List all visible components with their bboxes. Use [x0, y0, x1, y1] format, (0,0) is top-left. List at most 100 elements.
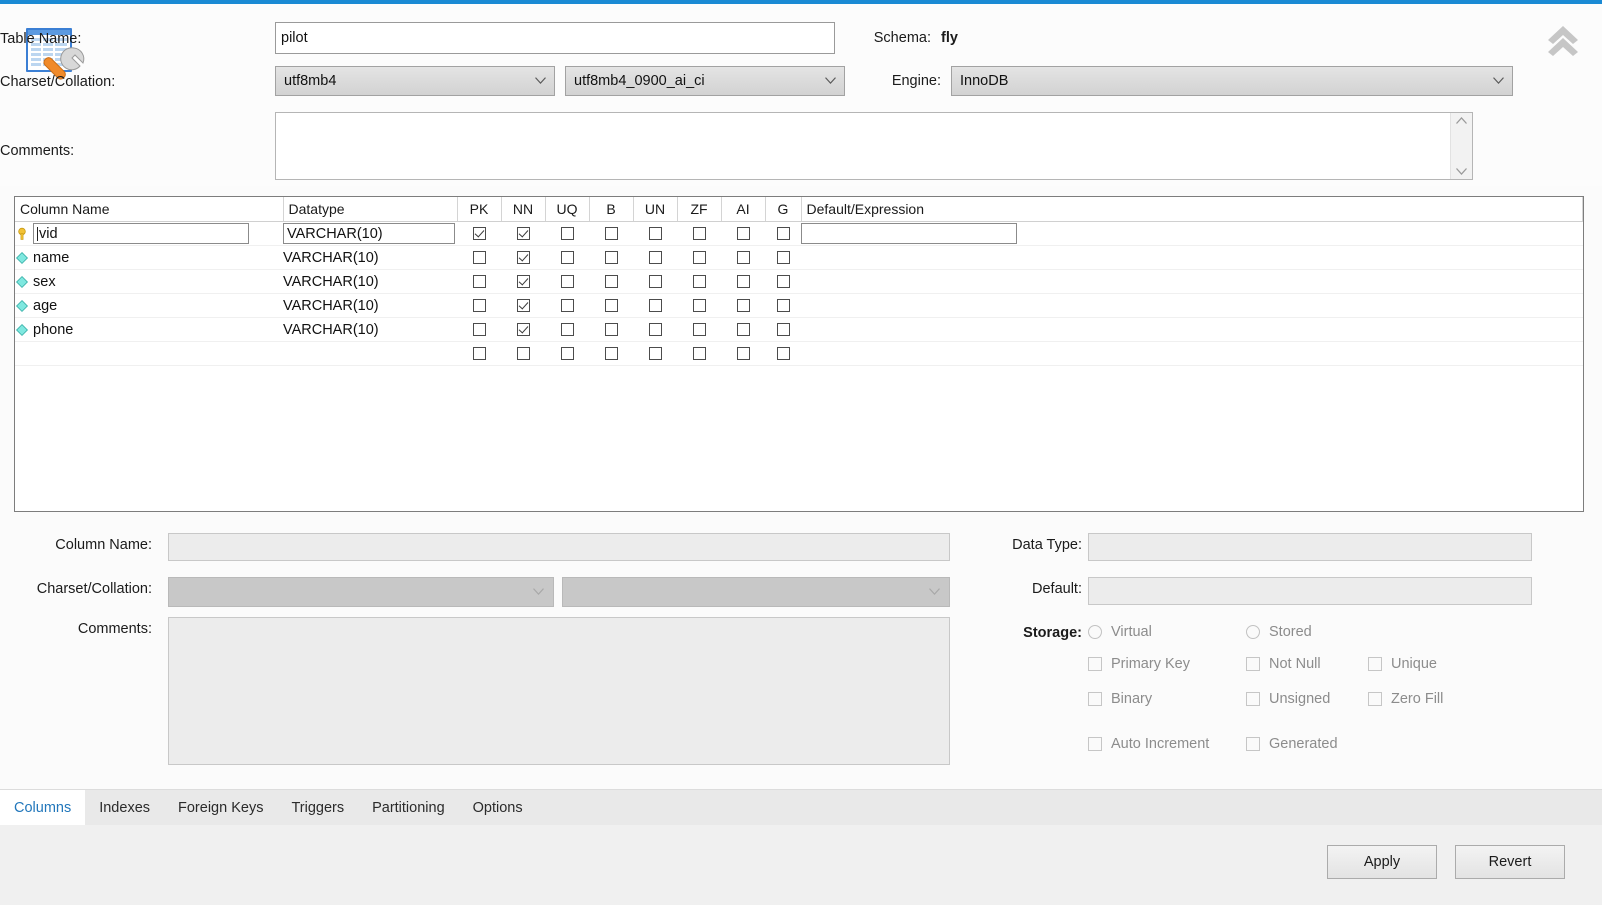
cell-flag-un[interactable] — [633, 317, 677, 342]
cell-default-expression[interactable] — [801, 269, 1583, 294]
detail-charset-select[interactable] — [168, 577, 554, 607]
cell-flag-zf[interactable] — [677, 293, 721, 318]
collation-select[interactable]: utf8mb4_0900_ai_ci — [565, 66, 845, 96]
table-row[interactable]: age VARCHAR(10) — [15, 293, 1583, 318]
cell-column-name[interactable]: phone — [15, 317, 283, 342]
checkbox-uq-icon[interactable] — [560, 275, 574, 289]
checkbox-zf-icon[interactable] — [692, 251, 706, 265]
flag-unique[interactable]: Unique — [1368, 656, 1437, 672]
checkbox-nn-icon[interactable] — [516, 275, 530, 289]
tab-indexes[interactable]: Indexes — [85, 790, 164, 826]
grid-header-g[interactable]: G — [765, 197, 802, 222]
checkbox-nn-icon[interactable] — [516, 227, 530, 241]
checkbox-g-icon[interactable] — [776, 227, 790, 241]
cell-flag-ai[interactable] — [721, 221, 765, 246]
checkbox-pk-icon[interactable] — [472, 347, 486, 361]
datatype-edit-input[interactable]: VARCHAR(10) — [283, 223, 455, 244]
checkbox-b-icon[interactable] — [604, 347, 618, 361]
flag-generated[interactable]: Generated — [1246, 736, 1338, 752]
table-row[interactable]: phone VARCHAR(10) — [15, 317, 1583, 342]
cell-flag-zf[interactable] — [677, 221, 721, 246]
flag-auto-increment[interactable]: Auto Increment — [1088, 736, 1209, 752]
checkbox-uq-icon[interactable] — [560, 227, 574, 241]
grid-header-zf[interactable]: ZF — [677, 197, 722, 222]
radio-virtual-icon[interactable] — [1088, 625, 1102, 639]
grid-header-b[interactable]: B — [589, 197, 634, 222]
cell-flag-g[interactable] — [765, 293, 801, 318]
checkbox-uq-icon[interactable] — [560, 347, 574, 361]
cell-datatype[interactable]: VARCHAR(10) — [283, 293, 457, 318]
cell-column-name[interactable]: name — [15, 245, 283, 270]
grid-header-ai[interactable]: AI — [721, 197, 766, 222]
checkbox-ai-icon[interactable] — [736, 323, 750, 337]
cell-column-name[interactable]: age — [15, 293, 283, 318]
flag-zero-fill[interactable]: Zero Fill — [1368, 691, 1443, 707]
cell-flag-g[interactable] — [765, 245, 801, 270]
cell-flag-un[interactable] — [633, 341, 677, 366]
checkbox-auto-increment-icon[interactable] — [1088, 737, 1102, 751]
cell-flag-pk[interactable] — [457, 341, 501, 366]
grid-header-column-name[interactable]: Column Name — [15, 197, 284, 222]
detail-comments-field[interactable] — [168, 617, 950, 765]
checkbox-b-icon[interactable] — [604, 227, 618, 241]
tab-foreign-keys[interactable]: Foreign Keys — [164, 790, 277, 826]
detail-column-name-field[interactable] — [168, 533, 950, 561]
cell-column-name[interactable]: sex — [15, 269, 283, 294]
cell-default-expression[interactable] — [801, 245, 1583, 270]
checkbox-generated-icon[interactable] — [1246, 737, 1260, 751]
engine-select[interactable]: InnoDB — [951, 66, 1513, 96]
grid-header-uq[interactable]: UQ — [545, 197, 590, 222]
checkbox-zf-icon[interactable] — [692, 323, 706, 337]
checkbox-binary-icon[interactable] — [1088, 692, 1102, 706]
cell-flag-un[interactable] — [633, 245, 677, 270]
cell-flag-ai[interactable] — [721, 341, 765, 366]
cell-flag-ai[interactable] — [721, 269, 765, 294]
cell-flag-pk[interactable] — [457, 293, 501, 318]
grid-header-default-expression[interactable]: Default/Expression — [801, 197, 1583, 222]
flag-not-null[interactable]: Not Null — [1246, 656, 1321, 672]
cell-datatype[interactable]: VARCHAR(10) — [283, 245, 457, 270]
storage-option-virtual[interactable]: Virtual — [1088, 624, 1152, 640]
cell-flag-nn[interactable] — [501, 317, 545, 342]
flag-binary[interactable]: Binary — [1088, 691, 1152, 707]
checkbox-not-null-icon[interactable] — [1246, 657, 1260, 671]
cell-flag-pk[interactable] — [457, 245, 501, 270]
checkbox-zf-icon[interactable] — [692, 275, 706, 289]
cell-flag-b[interactable] — [589, 245, 633, 270]
checkbox-un-icon[interactable] — [648, 251, 662, 265]
cell-flag-zf[interactable] — [677, 341, 721, 366]
cell-datatype[interactable]: VARCHAR(10) — [283, 221, 457, 246]
checkbox-g-icon[interactable] — [776, 251, 790, 265]
checkbox-uq-icon[interactable] — [560, 251, 574, 265]
cell-default-expression[interactable] — [801, 341, 1583, 366]
checkbox-b-icon[interactable] — [604, 299, 618, 313]
cell-column-name[interactable]: vid — [15, 221, 283, 246]
checkbox-primary-key-icon[interactable] — [1088, 657, 1102, 671]
checkbox-unsigned-icon[interactable] — [1246, 692, 1260, 706]
cell-flag-nn[interactable] — [501, 269, 545, 294]
checkbox-uq-icon[interactable] — [560, 323, 574, 337]
cell-default-expression[interactable] — [801, 317, 1583, 342]
detail-default-field[interactable] — [1088, 577, 1532, 605]
tab-partitioning[interactable]: Partitioning — [358, 790, 459, 826]
checkbox-g-icon[interactable] — [776, 275, 790, 289]
cell-default-expression[interactable] — [801, 293, 1583, 318]
checkbox-g-icon[interactable] — [776, 323, 790, 337]
radio-stored-icon[interactable] — [1246, 625, 1260, 639]
cell-flag-b[interactable] — [589, 269, 633, 294]
cell-flag-uq[interactable] — [545, 317, 589, 342]
checkbox-zf-icon[interactable] — [692, 227, 706, 241]
cell-flag-g[interactable] — [765, 341, 801, 366]
cell-flag-uq[interactable] — [545, 221, 589, 246]
grid-header-un[interactable]: UN — [633, 197, 678, 222]
table-name-input[interactable] — [275, 22, 835, 54]
checkbox-zero-fill-icon[interactable] — [1368, 692, 1382, 706]
checkbox-ai-icon[interactable] — [736, 251, 750, 265]
checkbox-un-icon[interactable] — [648, 227, 662, 241]
checkbox-ai-icon[interactable] — [736, 227, 750, 241]
grid-header-pk[interactable]: PK — [457, 197, 502, 222]
apply-button[interactable]: Apply — [1327, 845, 1437, 879]
table-row[interactable] — [15, 341, 1583, 366]
cell-flag-uq[interactable] — [545, 293, 589, 318]
checkbox-pk-icon[interactable] — [472, 251, 486, 265]
